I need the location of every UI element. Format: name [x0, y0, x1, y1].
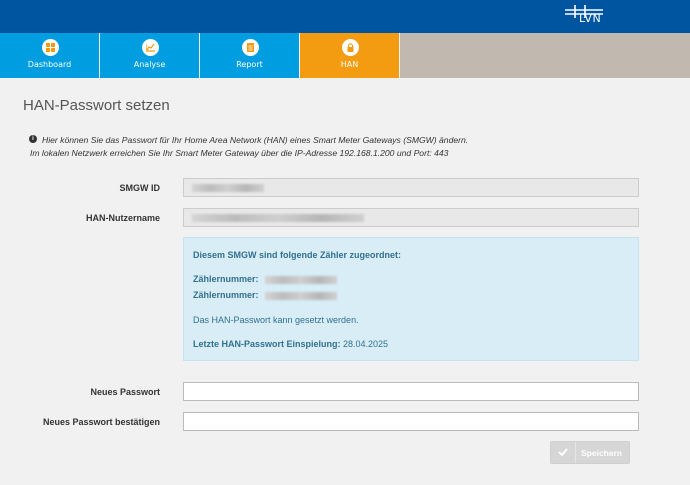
info-line-1: Hier können Sie das Passwort für Ihr Hom… — [42, 135, 469, 145]
brand-logo-text: LVN — [579, 12, 602, 25]
last-update-label: Letzte HAN-Passwort Einspielung: — [193, 339, 341, 349]
confirm-password-label: Neues Passwort bestätigen — [42, 417, 160, 427]
info-icon: i — [29, 135, 37, 143]
top-header: LVN — [0, 0, 690, 33]
check-icon — [558, 448, 568, 457]
redacted-value — [192, 184, 264, 192]
nav-item-dashboard[interactable]: Dashboard — [0, 33, 100, 78]
dashboard-grid-icon — [42, 39, 59, 56]
meter-info-panel: Diesem SMGW sind folgende Zähler zugeord… — [183, 237, 639, 361]
nav-label-report: Report — [236, 60, 263, 69]
info-line-2: Im lokalen Netzwerk erreichen Sie Ihr Sm… — [30, 147, 449, 158]
nav-item-analyse[interactable]: Analyse — [100, 33, 200, 78]
nav-filler — [400, 33, 690, 78]
last-password-update: Letzte HAN-Passwort Einspielung: 28.04.2… — [193, 339, 388, 349]
han-username-label: HAN-Nutzername — [85, 213, 160, 223]
redacted-value — [192, 214, 364, 222]
chart-icon — [142, 39, 159, 56]
save-button-label: Speichern — [581, 448, 623, 458]
lock-icon — [342, 39, 359, 56]
confirm-password-input[interactable] — [183, 412, 639, 431]
panel-title: Diesem SMGW sind folgende Zähler zugeord… — [193, 250, 402, 260]
meter-number-label: Zählernummer: — [193, 274, 259, 284]
last-update-date: 28.04.2025 — [340, 339, 389, 349]
smgw-id-field — [183, 178, 639, 197]
nav-item-han[interactable]: HAN — [300, 33, 400, 78]
main-navigation: Dashboard Analyse Report HAN — [0, 33, 690, 78]
button-divider — [575, 442, 576, 463]
info-text: i Hier können Sie das Passwort für Ihr H… — [29, 134, 469, 159]
new-password-label: Neues Passwort — [90, 387, 160, 397]
smgw-id-label: SMGW ID — [119, 183, 161, 193]
nav-label-analyse: Analyse — [133, 60, 166, 69]
nav-item-report[interactable]: Report — [200, 33, 300, 78]
new-password-input[interactable] — [183, 382, 639, 401]
document-icon — [242, 39, 259, 56]
redacted-value — [265, 276, 337, 284]
meter-number-1: Zählernummer: — [193, 274, 337, 284]
meter-number-label: Zählernummer: — [193, 290, 259, 300]
page-title: HAN-Passwort setzen — [23, 97, 170, 114]
save-button[interactable]: Speichern — [550, 441, 630, 464]
panel-status-message: Das HAN-Passwort kann gesetzt werden. — [193, 315, 359, 325]
nav-label-han: HAN — [340, 60, 359, 69]
redacted-value — [265, 292, 337, 300]
nav-label-dashboard: Dashboard — [27, 60, 72, 69]
meter-number-2: Zählernummer: — [193, 290, 337, 300]
han-username-field — [183, 208, 639, 227]
